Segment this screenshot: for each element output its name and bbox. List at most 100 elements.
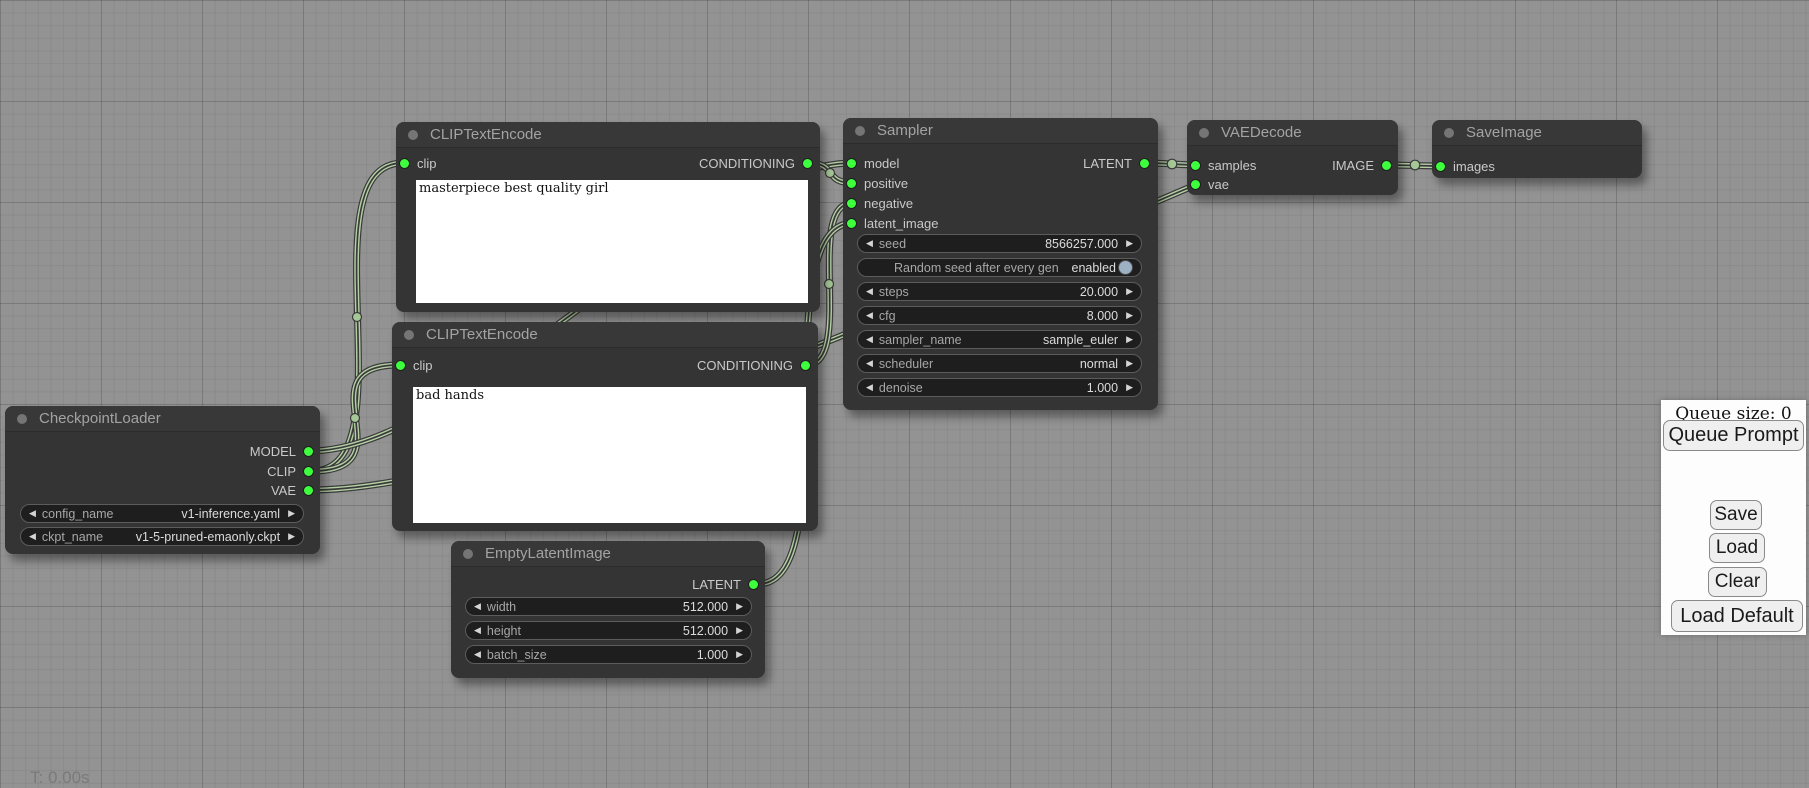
output-port-icon[interactable] <box>303 485 314 496</box>
input-images[interactable]: images <box>1435 157 1495 175</box>
collapse-dot-icon[interactable] <box>408 130 418 140</box>
increment-arrow-icon[interactable]: ▶ <box>1126 239 1133 248</box>
input-vae[interactable]: vae <box>1190 175 1229 193</box>
output-port-icon[interactable] <box>1381 160 1392 171</box>
input-port-icon[interactable] <box>1435 161 1446 172</box>
widget-config-name[interactable]: ◀ config_name v1-inference.yaml ▶ <box>20 504 304 523</box>
input-model[interactable]: model <box>846 154 899 172</box>
input-positive[interactable]: positive <box>846 174 908 192</box>
decrement-arrow-icon[interactable]: ◀ <box>866 287 873 296</box>
collapse-dot-icon[interactable] <box>404 330 414 340</box>
increment-arrow-icon[interactable]: ▶ <box>1126 383 1133 392</box>
toggle-circle-icon[interactable] <box>1118 260 1133 275</box>
node-title-bar[interactable]: SaveImage <box>1432 120 1642 146</box>
node-title-bar[interactable]: VAEDecode <box>1187 120 1398 146</box>
node-title-bar[interactable]: CLIPTextEncode <box>392 322 818 348</box>
input-port-icon[interactable] <box>846 218 857 229</box>
output-port-icon[interactable] <box>1139 158 1150 169</box>
decrement-arrow-icon[interactable]: ◀ <box>866 311 873 320</box>
input-samples[interactable]: samples <box>1190 156 1256 174</box>
widget-ckpt-name[interactable]: ◀ ckpt_name v1-5-pruned-emaonly.ckpt ▶ <box>20 527 304 546</box>
widget-steps[interactable]: ◀ steps 20.000 ▶ <box>857 282 1142 301</box>
increment-arrow-icon[interactable]: ▶ <box>288 532 295 541</box>
node-title: CLIPTextEncode <box>426 326 538 343</box>
decrement-arrow-icon[interactable]: ◀ <box>474 602 481 611</box>
widget-denoise[interactable]: ◀ denoise 1.000 ▶ <box>857 378 1142 397</box>
clear-button[interactable]: Clear <box>1708 567 1767 597</box>
node-checkpoint-loader[interactable]: CheckpointLoader MODEL CLIP VAE ◀ config… <box>5 406 320 554</box>
output-conditioning[interactable]: CONDITIONING <box>699 154 813 172</box>
save-button[interactable]: Save <box>1710 500 1762 530</box>
increment-arrow-icon[interactable]: ▶ <box>736 650 743 659</box>
link-clip-to-negative-encoder[interactable] <box>312 365 399 471</box>
output-port-icon[interactable] <box>303 446 314 457</box>
load-button[interactable]: Load <box>1709 533 1765 563</box>
input-latent-image[interactable]: latent_image <box>846 214 938 232</box>
collapse-dot-icon[interactable] <box>1199 128 1209 138</box>
output-latent[interactable]: LATENT <box>1083 154 1150 172</box>
output-port-icon[interactable] <box>748 579 759 590</box>
input-clip[interactable]: clip <box>399 154 437 172</box>
node-empty-latent-image[interactable]: EmptyLatentImage LATENT ◀ width 512.000 … <box>451 541 765 678</box>
input-port-icon[interactable] <box>395 360 406 371</box>
collapse-dot-icon[interactable] <box>463 549 473 559</box>
increment-arrow-icon[interactable]: ▶ <box>736 602 743 611</box>
node-clip-text-encode-positive[interactable]: CLIPTextEncode clip CONDITIONING masterp… <box>396 122 820 312</box>
widget-cfg[interactable]: ◀ cfg 8.000 ▶ <box>857 306 1142 325</box>
increment-arrow-icon[interactable]: ▶ <box>1126 287 1133 296</box>
node-title-bar[interactable]: Sampler <box>843 118 1158 144</box>
widget-height[interactable]: ◀ height 512.000 ▶ <box>465 621 752 640</box>
decrement-arrow-icon[interactable]: ◀ <box>866 335 873 344</box>
decrement-arrow-icon[interactable]: ◀ <box>866 239 873 248</box>
prompt-textarea[interactable]: bad hands <box>413 387 806 523</box>
node-title-bar[interactable]: CLIPTextEncode <box>396 122 820 148</box>
input-port-icon[interactable] <box>1190 179 1201 190</box>
input-port-icon[interactable] <box>846 158 857 169</box>
widget-width[interactable]: ◀ width 512.000 ▶ <box>465 597 752 616</box>
output-port-icon[interactable] <box>303 466 314 477</box>
widget-seed[interactable]: ◀ seed 8566257.000 ▶ <box>857 234 1142 253</box>
decrement-arrow-icon[interactable]: ◀ <box>866 383 873 392</box>
queue-prompt-button[interactable]: Queue Prompt <box>1663 420 1804 451</box>
widget-random-seed-toggle[interactable]: Random seed after every gen enabled <box>857 258 1142 277</box>
output-image[interactable]: IMAGE <box>1332 156 1392 174</box>
widget-sampler-name[interactable]: ◀ sampler_name sample_euler ▶ <box>857 330 1142 349</box>
widget-scheduler[interactable]: ◀ scheduler normal ▶ <box>857 354 1142 373</box>
prompt-textarea[interactable]: masterpiece best quality girl <box>416 180 808 303</box>
increment-arrow-icon[interactable]: ▶ <box>1126 359 1133 368</box>
input-clip[interactable]: clip <box>395 356 433 374</box>
output-port-icon[interactable] <box>802 158 813 169</box>
output-latent[interactable]: LATENT <box>692 575 759 593</box>
node-sampler[interactable]: Sampler model positive negative latent_i… <box>843 118 1158 410</box>
widget-label: width <box>487 600 516 614</box>
collapse-dot-icon[interactable] <box>1444 128 1454 138</box>
output-clip[interactable]: CLIP <box>267 462 314 480</box>
output-conditioning[interactable]: CONDITIONING <box>697 356 811 374</box>
collapse-dot-icon[interactable] <box>17 414 27 424</box>
input-port-icon[interactable] <box>846 198 857 209</box>
decrement-arrow-icon[interactable]: ◀ <box>474 650 481 659</box>
node-clip-text-encode-negative[interactable]: CLIPTextEncode clip CONDITIONING bad han… <box>392 322 818 531</box>
output-vae[interactable]: VAE <box>271 481 314 499</box>
output-port-icon[interactable] <box>800 360 811 371</box>
input-negative[interactable]: negative <box>846 194 913 212</box>
widget-batch-size[interactable]: ◀ batch_size 1.000 ▶ <box>465 645 752 664</box>
load-default-button[interactable]: Load Default <box>1671 600 1803 632</box>
node-vae-decode[interactable]: VAEDecode samples vae IMAGE <box>1187 120 1398 195</box>
node-title-bar[interactable]: EmptyLatentImage <box>451 541 765 567</box>
increment-arrow-icon[interactable]: ▶ <box>288 509 295 518</box>
increment-arrow-icon[interactable]: ▶ <box>1126 335 1133 344</box>
node-save-image[interactable]: SaveImage images <box>1432 120 1642 178</box>
decrement-arrow-icon[interactable]: ◀ <box>29 509 36 518</box>
decrement-arrow-icon[interactable]: ◀ <box>866 359 873 368</box>
collapse-dot-icon[interactable] <box>855 126 865 136</box>
input-port-icon[interactable] <box>1190 160 1201 171</box>
decrement-arrow-icon[interactable]: ◀ <box>29 532 36 541</box>
input-port-icon[interactable] <box>846 178 857 189</box>
decrement-arrow-icon[interactable]: ◀ <box>474 626 481 635</box>
increment-arrow-icon[interactable]: ▶ <box>1126 311 1133 320</box>
increment-arrow-icon[interactable]: ▶ <box>736 626 743 635</box>
node-title-bar[interactable]: CheckpointLoader <box>5 406 320 432</box>
input-port-icon[interactable] <box>399 158 410 169</box>
output-model[interactable]: MODEL <box>250 442 314 460</box>
